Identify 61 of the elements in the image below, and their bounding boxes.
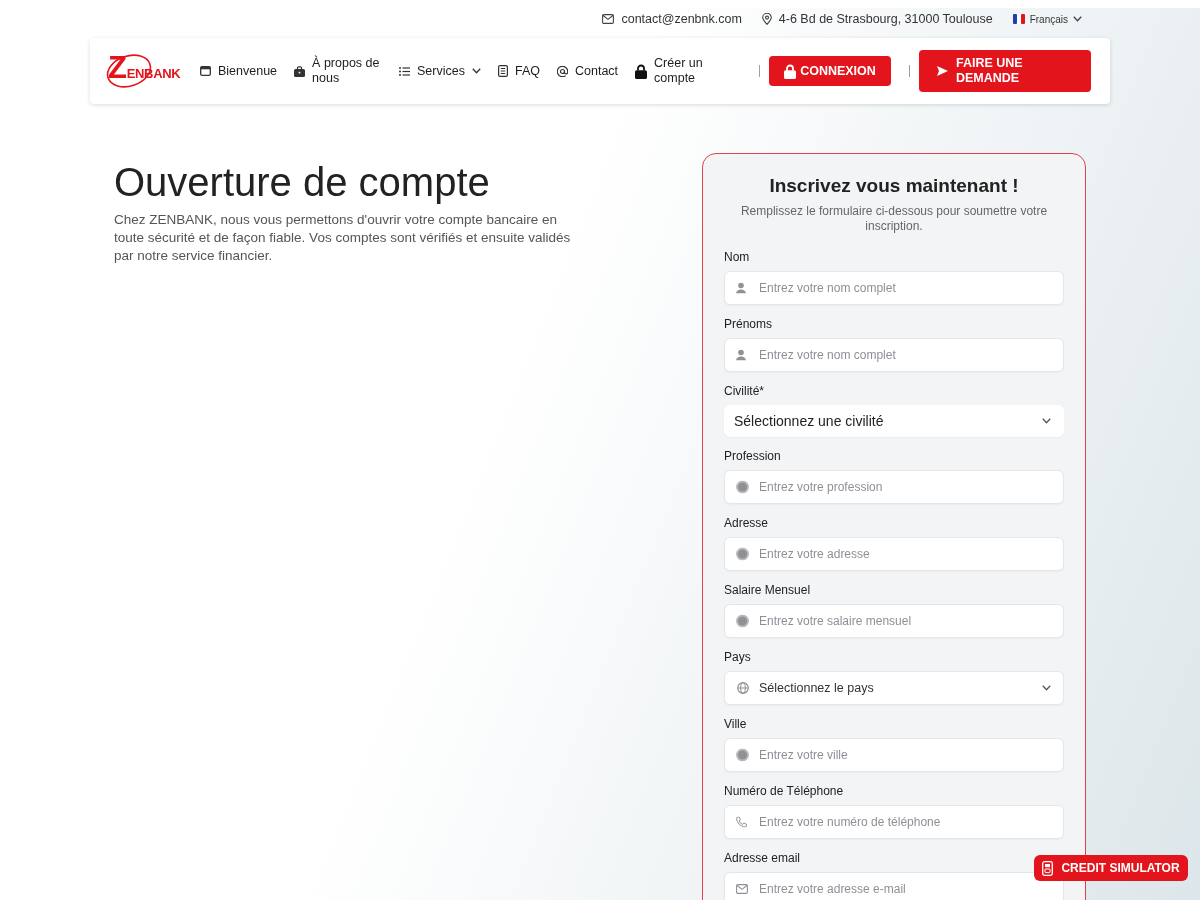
field-label: Adresse email — [724, 851, 802, 866]
field-label: Ville — [724, 717, 748, 732]
field-label: Adresse — [724, 516, 770, 531]
field-label: Prénoms — [724, 317, 774, 332]
input-field[interactable]: Entrez votre profession — [724, 470, 1064, 504]
chevron-down-icon — [1042, 418, 1051, 424]
request-button[interactable]: FAIRE UNE DEMANDE — [919, 50, 1091, 92]
mail-icon — [736, 884, 748, 894]
field-label: Salaire Mensuel — [724, 583, 812, 598]
input-field[interactable]: Entrez votre numéro de téléphone — [724, 805, 1064, 839]
credit-simulator-button[interactable]: CREDIT SIMULATOR — [1034, 855, 1188, 881]
input-field[interactable]: Entrez votre nom complet — [724, 271, 1064, 305]
person-icon — [736, 349, 746, 361]
field-label: Nom — [724, 250, 751, 265]
input-field[interactable]: Entrez votre adresse e-mail — [724, 872, 1064, 900]
lock-icon — [635, 63, 648, 79]
nav-link[interactable]: Créer un compte — [635, 56, 724, 86]
field-label: Civilité* — [724, 384, 765, 399]
document-icon — [497, 65, 508, 77]
login-button[interactable]: CONNEXION — [769, 56, 891, 86]
page-title: Ouverture de compte — [114, 159, 491, 205]
form-subtitle: Remplissez le formulaire ci-dessous pour soumettre votre inscription. — [740, 204, 1048, 234]
disc-icon — [736, 748, 749, 762]
chevron-down-icon — [1042, 685, 1051, 691]
intro-text: Chez ZENBANK, nous vous permettons d'ouvrir votre compte bancaire en toute sécurité et de façon fiable. Vos comptes sont vérifiés et ensuite validés par notre service financier. — [114, 211, 572, 265]
nav-link[interactable]: Contact — [557, 63, 619, 79]
field-label: Profession — [724, 449, 782, 464]
at-sign-icon — [557, 65, 568, 77]
address-text: 4-6 Bd de Strasbourg, 31000 Toulouse — [778, 12, 993, 26]
disc-icon — [736, 480, 749, 494]
field-label: Pays — [724, 650, 752, 665]
paper-plane-icon — [937, 66, 948, 76]
disc-icon — [736, 547, 749, 561]
nav-link[interactable]: FAQ — [497, 63, 540, 79]
disc-icon — [736, 614, 749, 628]
field-label: Numéro de Téléphone — [724, 784, 845, 799]
mail-icon — [602, 14, 615, 24]
lock-icon — [784, 63, 797, 79]
nav-dropdown[interactable]: Services — [399, 63, 481, 79]
list-icon — [399, 66, 411, 76]
briefcase-icon — [294, 65, 306, 77]
french-flag-icon — [1012, 14, 1025, 24]
phone-icon — [736, 816, 747, 828]
person-icon — [736, 282, 746, 294]
form-title: Inscrivez vous maintenant ! — [768, 174, 1020, 198]
input-field[interactable]: Entrez votre nom complet — [724, 338, 1064, 372]
chevron-down-icon — [471, 68, 481, 74]
dropdown-field[interactable]: Sélectionnez le pays — [724, 671, 1064, 705]
input-field[interactable]: Entrez votre ville — [724, 738, 1064, 772]
email-link[interactable]: contact@zenbnk.com — [602, 12, 742, 26]
calendar-icon — [200, 66, 211, 76]
calculator-icon — [1042, 860, 1054, 876]
input-field[interactable]: Entrez votre salaire mensuel — [724, 604, 1064, 638]
input-field[interactable]: Entrez votre adresse — [724, 537, 1064, 571]
language-dropdown[interactable]: Français — [1012, 13, 1082, 25]
globe-icon — [737, 682, 749, 694]
location-pin-icon — [761, 13, 772, 25]
chevron-down-icon — [1073, 16, 1082, 22]
nav-link[interactable]: À propos de nous — [294, 56, 383, 86]
dropdown-field[interactable]: Sélectionnez une civilité — [724, 405, 1064, 437]
nav-link[interactable]: Bienvenue — [200, 63, 278, 79]
